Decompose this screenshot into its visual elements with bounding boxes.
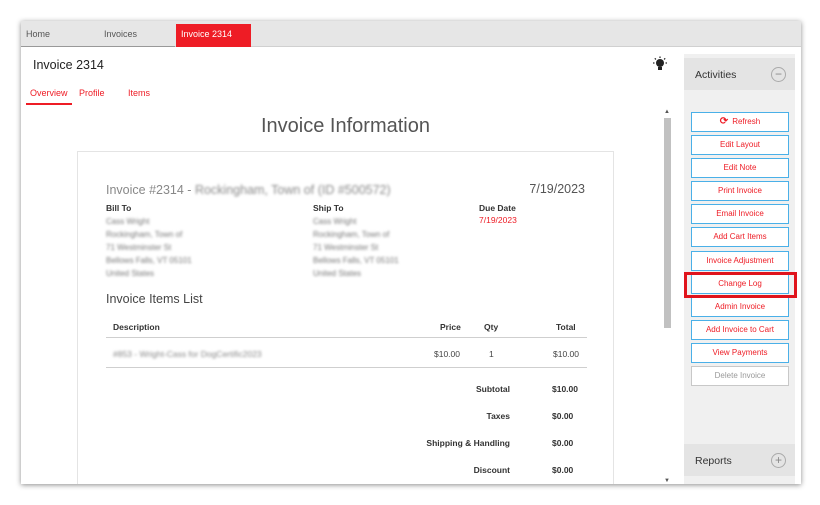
due-date-value: 7/19/2023 <box>479 215 517 225</box>
ship-to-line: Bellows Falls, VT 05101 <box>313 256 399 265</box>
taxes-value: $0.00 <box>552 411 574 421</box>
tab-items[interactable]: Items <box>128 88 150 98</box>
bill-to-line: Rockingham, Town of <box>106 230 183 239</box>
add-cart-items-button[interactable]: Add Cart Items <box>691 227 789 247</box>
refresh-button[interactable]: ⟳ Refresh <box>691 112 789 132</box>
ship-to-label: Ship To <box>313 203 344 213</box>
shipping-value: $0.00 <box>552 438 574 448</box>
tab-home[interactable]: Home <box>21 25 99 47</box>
tab-invoices[interactable]: Invoices <box>99 25 175 47</box>
column-header-qty: Qty <box>484 322 499 332</box>
collapse-icon[interactable]: − <box>771 67 786 82</box>
discount-value: $0.00 <box>552 465 574 475</box>
refresh-label: Refresh <box>732 117 761 126</box>
admin-invoice-button[interactable]: Admin Invoice <box>691 297 789 317</box>
bill-to-line: 71 Westminster St <box>106 243 172 252</box>
item-description: #853 - Wright-Cass for DogCertific2023 <box>113 349 262 359</box>
ship-to-address: Cass Wright Rockingham, Town of 71 Westm… <box>313 215 399 280</box>
ship-to-line: Rockingham, Town of <box>313 230 390 239</box>
bill-to-line: United States <box>106 269 155 278</box>
delete-invoice-button[interactable]: Delete Invoice <box>691 366 789 386</box>
invoice-date: 7/19/2023 <box>529 182 585 196</box>
edit-layout-button[interactable]: Edit Layout <box>691 135 789 155</box>
subtotal-label: Subtotal <box>476 384 510 394</box>
edit-note-button[interactable]: Edit Note <box>691 158 789 178</box>
tab-profile[interactable]: Profile <box>79 88 105 98</box>
add-invoice-to-cart-button[interactable]: Add Invoice to Cart <box>691 320 789 340</box>
invoice-number: Invoice #2314 - Rockingham, Town of (ID … <box>106 183 391 197</box>
bill-to-line: Bellows Falls, VT 05101 <box>106 256 192 265</box>
item-total: $10.00 <box>553 349 579 359</box>
invoice-card: Invoice #2314 - Rockingham, Town of (ID … <box>77 151 614 484</box>
top-tab-bar: Home Invoices Invoice 2314 <box>21 21 801 47</box>
change-log-button[interactable]: Change Log <box>691 274 789 294</box>
activities-panel: Activities − ⟳ Refresh Edit Layout Edit N… <box>684 54 795 484</box>
page-title: Invoice 2314 <box>33 58 104 72</box>
scrollbar-thumb[interactable] <box>664 118 671 328</box>
reports-title: Reports <box>695 455 732 467</box>
column-header-description: Description <box>113 322 160 332</box>
shipping-label: Shipping & Handling <box>426 438 510 448</box>
scroll-up-icon[interactable]: ▲ <box>664 109 670 115</box>
due-date-label: Due Date <box>479 203 516 213</box>
view-payments-button[interactable]: View Payments <box>691 343 789 363</box>
taxes-label: Taxes <box>486 411 510 421</box>
customer-name: Rockingham, Town of (ID #500572) <box>194 183 391 197</box>
app-window: Home Invoices Invoice 2314 Invoice 2314 … <box>21 21 801 484</box>
column-header-price: Price <box>440 322 461 332</box>
items-list-heading: Invoice Items List <box>106 292 203 306</box>
invoice-adjustment-button[interactable]: Invoice Adjustment <box>691 251 789 271</box>
table-divider <box>106 367 587 368</box>
invoice-number-prefix: Invoice #2314 - <box>106 183 195 197</box>
bill-to-line: Cass Wright <box>106 217 150 226</box>
item-qty: 1 <box>489 349 494 359</box>
ship-to-line: Cass Wright <box>313 217 357 226</box>
tab-overview[interactable]: Overview <box>30 88 68 98</box>
discount-label: Discount <box>473 465 510 475</box>
bill-to-label: Bill To <box>106 203 132 213</box>
activities-title: Activities <box>695 69 737 81</box>
email-invoice-button[interactable]: Email Invoice <box>691 204 789 224</box>
tab-invoice-2314[interactable]: Invoice 2314 <box>176 24 251 47</box>
expand-icon[interactable]: + <box>771 453 786 468</box>
lightbulb-icon[interactable] <box>652 56 668 72</box>
content-scroll-area[interactable]: Invoice Information Invoice #2314 - Rock… <box>29 107 677 484</box>
print-invoice-button[interactable]: Print Invoice <box>691 181 789 201</box>
vertical-scrollbar[interactable]: ▲ ▼ <box>663 109 672 484</box>
scroll-down-icon[interactable]: ▼ <box>664 478 670 484</box>
table-divider <box>106 337 587 338</box>
ship-to-line: 71 Westminster St <box>313 243 379 252</box>
active-tab-indicator <box>26 103 72 105</box>
column-header-total: Total <box>556 322 576 332</box>
ship-to-line: United States <box>313 269 362 278</box>
subtotal-value: $10.00 <box>552 384 578 394</box>
refresh-icon: ⟳ <box>719 116 729 127</box>
section-heading: Invoice Information <box>261 115 430 137</box>
reports-header[interactable]: Reports + <box>684 444 795 476</box>
item-price: $10.00 <box>434 349 460 359</box>
bill-to-address: Cass Wright Rockingham, Town of 71 Westm… <box>106 215 192 280</box>
activities-header[interactable]: Activities − <box>684 58 795 90</box>
